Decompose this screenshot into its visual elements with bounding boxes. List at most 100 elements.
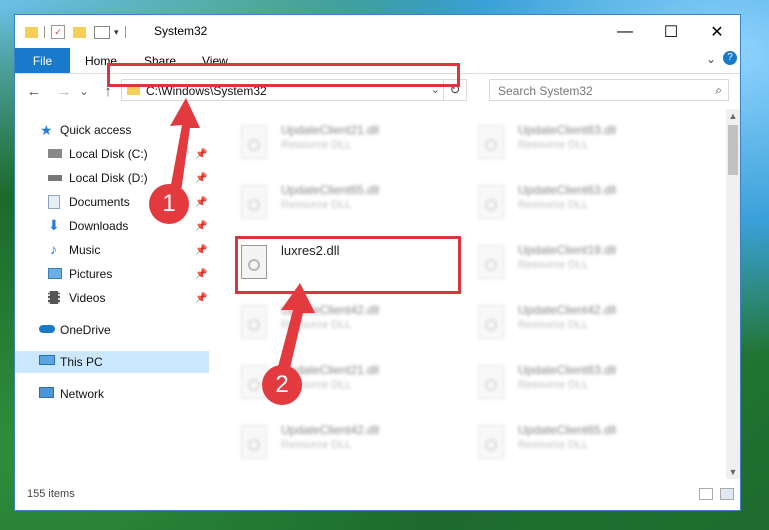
folder-icon <box>127 84 140 95</box>
ribbon-tabs: File Home Share View ⌄ ? <box>15 48 740 74</box>
pin-icon[interactable]: 📌 <box>195 245 207 256</box>
sidebar-item-label: Quick access <box>60 123 132 137</box>
help-icon[interactable]: ? <box>723 51 737 65</box>
file-list: UpdateClient21.dll Resource DLL UpdateCl… <box>215 109 725 479</box>
file-item[interactable]: UpdateClient63.dll Resource DLL <box>470 359 700 409</box>
maximize-button[interactable]: ☐ <box>648 15 694 48</box>
sidebar-item-label: Local Disk (D:) <box>69 171 148 185</box>
dll-file-icon <box>478 125 504 159</box>
file-item[interactable]: UpdateClient63.dll Resource DLL <box>470 179 700 229</box>
file-type: Resource DLL <box>281 319 352 331</box>
vertical-scrollbar[interactable]: ▲ ▼ <box>726 109 740 479</box>
highlight-box-file <box>235 236 461 294</box>
window-title: System32 <box>154 24 208 38</box>
forward-button[interactable]: → <box>53 81 75 101</box>
search-box[interactable]: Search System32 ⌕ <box>489 79 729 101</box>
sidebar-item-label: Network <box>60 387 105 401</box>
sidebar-item-label: Pictures <box>69 267 113 281</box>
refresh-icon[interactable]: ↻ <box>443 80 466 100</box>
pin-icon[interactable]: 📌 <box>195 173 207 184</box>
sidebar-item-label: Downloads <box>69 219 129 233</box>
sidebar-item-pictures[interactable]: Pictures 📌 <box>15 263 209 285</box>
file-item[interactable]: UpdateClient63.dll Resource DLL <box>470 119 700 169</box>
sidebar-item-videos[interactable]: Videos 📌 <box>15 287 209 309</box>
sidebar-item-music[interactable]: ♪ Music 📌 <box>15 239 209 261</box>
details-view-icon[interactable] <box>699 488 713 500</box>
sidebar-item-label: This PC <box>60 355 103 369</box>
pin-icon[interactable]: 📌 <box>195 197 207 208</box>
navigation-bar: ← → ⌄ ↑ C:\Windows\System32 ⌄ ↻ Search S… <box>15 74 740 108</box>
videos-icon <box>48 291 60 304</box>
sidebar-item-label: Local Disk (C:) <box>69 147 148 161</box>
recent-locations-button[interactable]: ⌄ <box>73 81 95 101</box>
sidebar-item-local-disk-d[interactable]: Local Disk (D:) 📌 <box>15 167 209 189</box>
cloud-icon <box>39 325 55 333</box>
tab-view[interactable]: View <box>202 54 228 68</box>
sidebar-item-local-disk-c[interactable]: Local Disk (C:) 📌 <box>15 143 209 165</box>
properties-icon[interactable]: ✓ <box>51 25 65 39</box>
scrollbar-thumb[interactable] <box>728 125 738 175</box>
scroll-up-icon[interactable]: ▲ <box>726 109 740 123</box>
file-item[interactable]: UpdateClient42.dll Resource DLL <box>233 299 463 349</box>
file-name: UpdateClient42.dll <box>281 303 380 317</box>
file-name: UpdateClient42.dll <box>518 303 617 317</box>
chevron-down-icon[interactable]: ⌄ <box>706 52 716 66</box>
minimize-button[interactable]: — <box>602 15 648 48</box>
file-item[interactable]: UpdateClient42.dll Resource DLL <box>233 419 463 469</box>
file-item[interactable]: UpdateClient65.dll Resource DLL <box>470 419 700 469</box>
up-button[interactable]: ↑ <box>97 81 119 101</box>
address-path[interactable]: C:\Windows\System32 <box>146 84 267 98</box>
file-name: UpdateClient19.dll <box>518 243 617 257</box>
file-item[interactable]: UpdateClient19.dll Resource DLL <box>470 239 700 289</box>
pin-icon[interactable]: 📌 <box>195 293 207 304</box>
step-badge-2: 2 <box>262 365 302 405</box>
file-item[interactable]: UpdateClient21.dll Resource DLL <box>233 119 463 169</box>
file-name: UpdateClient63.dll <box>518 363 617 377</box>
documents-icon <box>48 195 60 209</box>
title-bar: ✓ ▾ System32 — ☐ ✕ <box>15 15 740 48</box>
sidebar-item-onedrive[interactable]: OneDrive <box>15 319 209 341</box>
file-item[interactable]: UpdateClient42.dll Resource DLL <box>470 299 700 349</box>
sidebar-item-quick-access[interactable]: ★ Quick access <box>15 119 209 141</box>
new-folder-icon[interactable] <box>73 26 86 38</box>
large-icons-view-icon[interactable] <box>720 488 734 500</box>
item-count: 155 items <box>27 488 75 500</box>
drive-icon <box>48 149 62 158</box>
computer-icon <box>39 355 55 365</box>
download-icon: ⬇ <box>48 217 60 233</box>
back-button[interactable]: ← <box>23 81 45 101</box>
pin-icon[interactable]: 📌 <box>195 269 207 280</box>
file-type: Resource DLL <box>281 199 352 211</box>
file-name: UpdateClient65.dll <box>281 183 380 197</box>
chevron-down-icon[interactable]: ⌄ <box>431 83 440 96</box>
file-name: UpdateClient65.dll <box>518 423 617 437</box>
navigation-pane: ★ Quick access Local Disk (C:) 📌 Local D… <box>15 109 211 479</box>
customize-toolbar-icon[interactable] <box>94 25 110 39</box>
dll-file-icon <box>478 305 504 339</box>
sidebar-item-this-pc[interactable]: This PC <box>15 351 209 373</box>
file-type: Resource DLL <box>518 139 589 151</box>
network-icon <box>39 387 54 398</box>
tab-home[interactable]: Home <box>85 54 117 68</box>
file-item[interactable]: UpdateClient65.dll Resource DLL <box>233 179 463 229</box>
file-type: Resource DLL <box>518 319 589 331</box>
tab-file[interactable]: File <box>15 48 70 73</box>
search-input[interactable]: Search System32 <box>498 84 593 98</box>
close-button[interactable]: ✕ <box>694 15 740 48</box>
chevron-down-icon[interactable]: ▾ <box>114 27 119 38</box>
dll-file-icon <box>478 365 504 399</box>
pin-icon[interactable]: 📌 <box>195 149 207 160</box>
tab-share[interactable]: Share <box>144 54 176 68</box>
search-icon: ⌕ <box>715 83 722 97</box>
sidebar-item-network[interactable]: Network <box>15 383 209 405</box>
pin-icon[interactable]: 📌 <box>195 221 207 232</box>
scroll-down-icon[interactable]: ▼ <box>726 465 740 479</box>
address-bar[interactable]: C:\Windows\System32 ⌄ ↻ <box>121 79 467 101</box>
file-name: UpdateClient63.dll <box>518 123 617 137</box>
file-name: UpdateClient21.dll <box>281 123 380 137</box>
music-icon: ♪ <box>50 241 57 257</box>
file-type: Resource DLL <box>518 439 589 451</box>
quick-access-toolbar: ✓ ▾ <box>25 24 132 40</box>
dll-file-icon <box>478 185 504 219</box>
file-type: Resource DLL <box>281 139 352 151</box>
